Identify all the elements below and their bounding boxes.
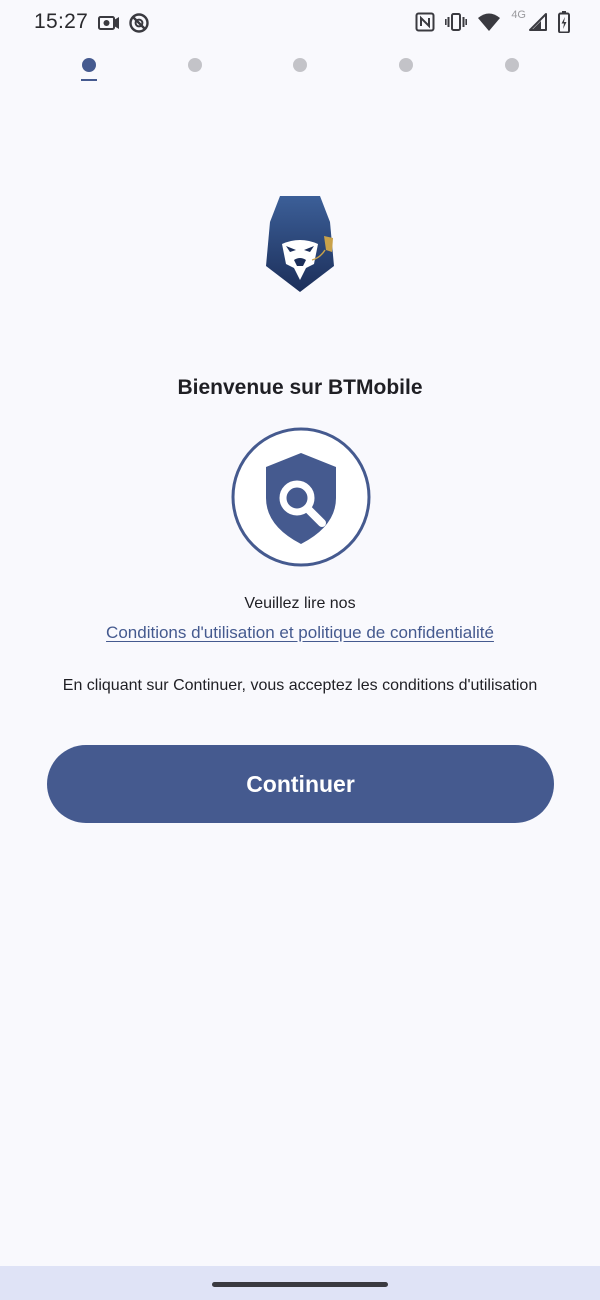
read-terms-prompt: Veuillez lire nos — [244, 595, 356, 612]
home-gesture-handle[interactable] — [212, 1282, 388, 1287]
page-dot-1[interactable] — [82, 58, 96, 72]
vibrate-icon — [445, 13, 468, 31]
welcome-title: Bienvenue sur BTMobile — [177, 376, 423, 399]
status-right-icons: 4G — [415, 9, 570, 33]
do-not-disturb-icon — [129, 13, 149, 33]
battery-charging-icon — [558, 11, 570, 33]
nfc-icon — [415, 12, 435, 32]
accept-terms-notice: En cliquant sur Continuer, vous acceptez… — [62, 677, 538, 694]
page-dot-4[interactable] — [399, 58, 413, 72]
gorilla-shield-logo-icon — [266, 196, 334, 292]
shield-search-icon — [231, 427, 371, 567]
page-dot-2[interactable] — [188, 58, 202, 72]
system-navigation-bar — [0, 1266, 600, 1300]
continue-button[interactable]: Continuer — [47, 745, 554, 823]
photo-notification-icon — [98, 16, 119, 30]
status-time: 15:27 — [34, 10, 89, 33]
wifi-icon — [478, 13, 501, 31]
status-left-icons — [98, 12, 150, 34]
active-page-underline — [81, 79, 97, 81]
network-type-label: 4G — [511, 9, 526, 21]
terms-privacy-link[interactable]: Conditions d'utilisation et politique de… — [0, 623, 600, 643]
page-dot-5[interactable] — [505, 58, 519, 72]
status-bar: 15:27 4G — [0, 0, 600, 46]
page-dot-3[interactable] — [293, 58, 307, 72]
onboarding-page-indicator — [0, 56, 600, 86]
signal-icon — [529, 13, 547, 31]
